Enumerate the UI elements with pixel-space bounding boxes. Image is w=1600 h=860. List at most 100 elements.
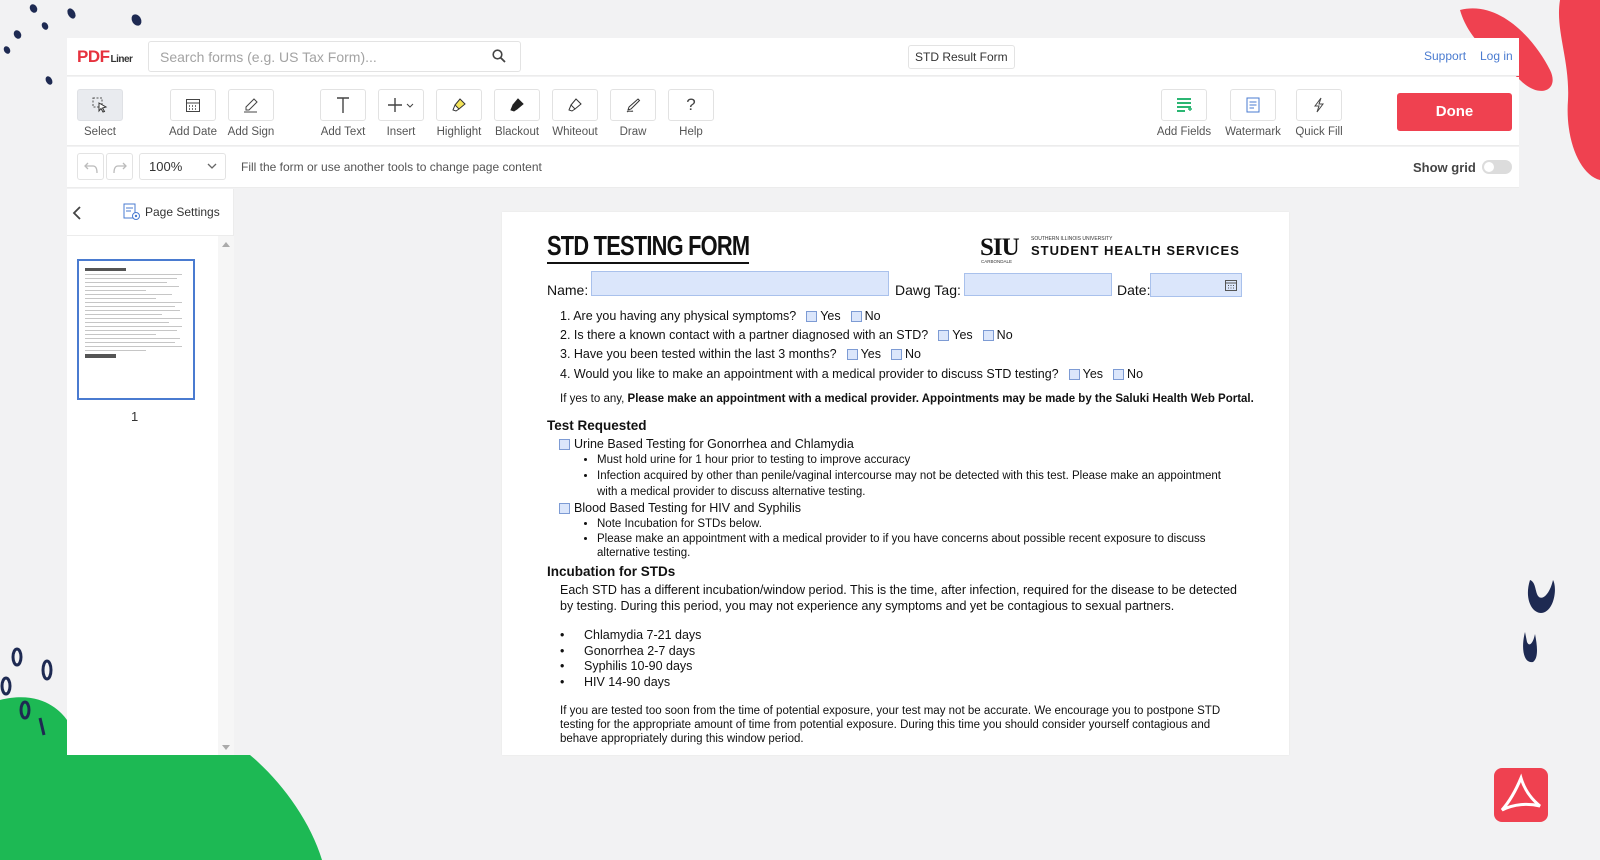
- question-mark-icon: ?: [686, 95, 696, 114]
- secondary-bar: 100% Fill the form or use another tools …: [67, 147, 1519, 188]
- question-1: 1. Are you having any physical symptoms?…: [560, 309, 881, 323]
- list-item: Infection acquired by other than penile/…: [597, 468, 1242, 500]
- name-label: Name:: [547, 282, 589, 298]
- add-sign-tool[interactable]: Add Sign: [222, 77, 280, 138]
- page-settings-label: Page Settings: [145, 205, 220, 219]
- page-thumbnail[interactable]: [77, 259, 195, 400]
- show-grid-toggle[interactable]: [1482, 160, 1512, 174]
- list-item: Chlamydia 7-21 days: [560, 628, 701, 644]
- yes-label: Yes: [1082, 367, 1104, 381]
- blood-test-checkbox[interactable]: [559, 502, 570, 514]
- no-label: No: [864, 309, 881, 323]
- list-item: Please make an appointment with a medica…: [597, 532, 1232, 560]
- add-text-tool[interactable]: Add Text: [314, 77, 372, 138]
- test-requested-heading: Test Requested: [547, 418, 647, 433]
- draw-label: Draw: [619, 126, 647, 138]
- no-label: No: [904, 347, 921, 361]
- highlighter-icon: [452, 98, 466, 112]
- q3-yes-checkbox[interactable]: [846, 348, 858, 360]
- toggle-knob: [1484, 162, 1494, 172]
- pdf-app-icon[interactable]: [1494, 768, 1548, 822]
- document-title: STD TESTING FORM: [547, 230, 750, 264]
- lightning-icon: [1314, 97, 1324, 113]
- note-prefix: If yes to any,: [560, 393, 628, 405]
- logo-sub: Liner: [110, 54, 133, 65]
- zoom-value: 100%: [149, 159, 183, 174]
- search-icon[interactable]: [492, 49, 506, 63]
- note-bold: Please make an appointment with a medica…: [627, 393, 1254, 405]
- no-label: No: [996, 328, 1013, 342]
- whiteout-label: Whiteout: [552, 126, 598, 138]
- document-name[interactable]: STD Result Form: [908, 45, 1015, 69]
- login-link[interactable]: Log in: [1480, 49, 1513, 63]
- list-item: HIV 14-90 days: [560, 675, 701, 691]
- q1-yes-checkbox[interactable]: [806, 310, 818, 322]
- calendar-icon: [186, 99, 200, 112]
- help-tool[interactable]: ? Help: [662, 77, 720, 138]
- collapse-sidebar-chevron-icon[interactable]: [72, 206, 82, 220]
- scroll-up-arrow-icon[interactable]: [222, 242, 230, 247]
- blackout-brush-icon: [510, 98, 524, 112]
- dawg-tag-label: Dawg Tag:: [895, 282, 961, 298]
- add-date-tool[interactable]: Add Date: [164, 77, 222, 138]
- undo-button[interactable]: [77, 153, 104, 180]
- q3-no-checkbox[interactable]: [890, 348, 902, 360]
- signature-pen-icon: [244, 98, 258, 113]
- urine-test-label: Urine Based Testing for Gonorrhea and Ch…: [574, 437, 854, 451]
- q2-yes-checkbox[interactable]: [938, 329, 950, 341]
- done-button[interactable]: Done: [1397, 93, 1512, 131]
- zoom-select[interactable]: 100%: [139, 153, 226, 180]
- q4-yes-checkbox[interactable]: [1068, 368, 1080, 380]
- search-input[interactable]: [149, 42, 469, 71]
- search-box: [148, 41, 521, 72]
- q2-no-checkbox[interactable]: [982, 329, 994, 341]
- help-label: Help: [679, 126, 703, 138]
- whiteout-tool[interactable]: Whiteout: [546, 77, 604, 138]
- plus-dropdown-icon: [388, 98, 414, 112]
- support-link[interactable]: Support: [1424, 49, 1466, 63]
- urine-test-checkbox[interactable]: [559, 438, 570, 450]
- question-4: 4. Would you like to make an appointment…: [560, 367, 1143, 381]
- page-settings-button[interactable]: Page Settings: [123, 203, 220, 221]
- dawg-tag-field[interactable]: [964, 273, 1112, 296]
- calendar-icon[interactable]: [1225, 279, 1237, 291]
- eraser-icon: [568, 98, 582, 112]
- question-2: 2. Is there a known contact with a partn…: [560, 328, 1013, 342]
- date-field[interactable]: [1150, 273, 1242, 297]
- urine-test-notes: Must hold urine for 1 hour prior to test…: [572, 452, 1242, 500]
- decoration-right-navy: [1523, 580, 1555, 663]
- add-date-label: Add Date: [169, 126, 217, 138]
- pdfliner-logo[interactable]: PDFLiner: [77, 47, 133, 67]
- q1-no-checkbox[interactable]: [850, 310, 862, 322]
- redo-icon: [112, 162, 127, 173]
- name-field[interactable]: [591, 271, 889, 296]
- question-text: 4. Would you like to make an appointment…: [560, 367, 1059, 381]
- list-item: Note Incubation for STDs below.: [597, 516, 1232, 532]
- add-sign-label: Add Sign: [227, 126, 275, 138]
- quick-fill-label: Quick Fill: [1295, 126, 1343, 138]
- document-page: STD TESTING FORM SIU SOUTHERN ILLINOIS U…: [502, 212, 1289, 755]
- draw-tool[interactable]: Draw: [604, 77, 662, 138]
- siu-university-text: SOUTHERN ILLINOIS UNIVERSITY: [1031, 236, 1113, 242]
- page-settings-icon: [123, 203, 140, 220]
- q4-no-checkbox[interactable]: [1113, 368, 1125, 380]
- quick-fill-tool[interactable]: Quick Fill: [1290, 77, 1348, 138]
- edit-hint: Fill the form or use another tools to ch…: [241, 160, 542, 174]
- sidebar-scrollbar[interactable]: [218, 236, 234, 755]
- blackout-tool[interactable]: Blackout: [488, 77, 546, 138]
- list-item: Must hold urine for 1 hour prior to test…: [597, 452, 1242, 468]
- highlight-tool[interactable]: Highlight: [430, 77, 488, 138]
- add-fields-label: Add Fields: [1156, 126, 1212, 138]
- insert-tool[interactable]: Insert: [372, 77, 430, 138]
- watermark-label: Watermark: [1225, 126, 1281, 138]
- redo-button[interactable]: [106, 153, 133, 180]
- watermark-tool[interactable]: Watermark: [1224, 77, 1282, 138]
- select-tool[interactable]: Select: [71, 77, 129, 138]
- incubation-heading: Incubation for STDs: [547, 564, 676, 579]
- top-bar: PDFLiner STD Result Form Support Log in: [67, 38, 1519, 76]
- highlight-label: Highlight: [436, 126, 482, 138]
- acrobat-icon: [1500, 773, 1541, 812]
- add-fields-tool[interactable]: Add Fields: [1155, 77, 1213, 138]
- scroll-down-arrow-icon[interactable]: [222, 745, 230, 750]
- urine-test-option: Urine Based Testing for Gonorrhea and Ch…: [559, 437, 854, 451]
